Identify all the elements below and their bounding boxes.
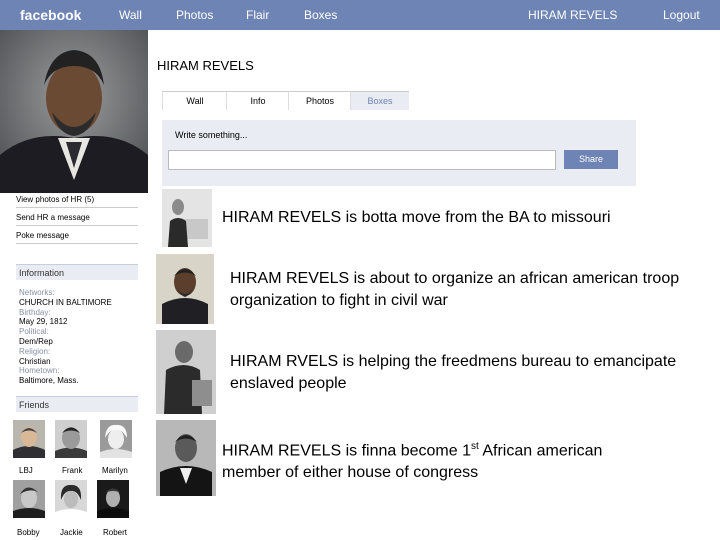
poke-link[interactable]: Poke message [16, 231, 138, 244]
religion-label: Religion: [19, 346, 51, 356]
view-photos-link[interactable]: View photos of HR (5) [16, 195, 138, 208]
post-3-photo[interactable] [156, 330, 216, 414]
composer-label: Write something... [175, 130, 248, 140]
birthday-value: May 29, 1812 [19, 317, 68, 327]
political-value: Dem/Rep [19, 336, 53, 346]
wall-post-input[interactable] [168, 150, 556, 170]
post-4-text-start: HIRAM REVELS is finna become 1 [222, 442, 471, 460]
nav-flair[interactable]: Flair [246, 8, 269, 22]
friend-name-bobby[interactable]: Bobby [17, 528, 40, 537]
share-button[interactable]: Share [564, 150, 618, 169]
friend-name-marilyn[interactable]: Marilyn [102, 466, 128, 475]
friend-photo-bobby[interactable] [13, 480, 45, 518]
networks-label: Networks: [19, 288, 55, 297]
tab-info[interactable]: Info [226, 91, 289, 110]
friend-photo-lbj[interactable] [13, 420, 45, 458]
post-4-superscript: st [471, 441, 479, 452]
friend-photo-robert[interactable] [97, 480, 129, 518]
friend-name-frank[interactable]: Frank [62, 466, 82, 475]
tab-wall[interactable]: Wall [162, 91, 227, 110]
friend-name-robert[interactable]: Robert [103, 528, 127, 537]
birthday-label: Birthday: [19, 307, 51, 317]
hometown-value: Baltimore, Mass. [19, 376, 79, 386]
logout-link[interactable]: Logout [663, 8, 700, 22]
friend-photo-marilyn[interactable] [100, 420, 132, 458]
religion-value: Christian [19, 356, 51, 366]
post-1-text: HIRAM REVELS is botta move from the BA t… [222, 209, 611, 226]
nav-photos[interactable]: Photos [176, 8, 213, 22]
send-message-link[interactable]: Send HR a message [16, 213, 138, 226]
post-4-photo[interactable] [156, 420, 216, 496]
tab-photos[interactable]: Photos [288, 91, 351, 110]
tab-boxes[interactable]: Boxes [350, 91, 409, 110]
friends-header: Friends [16, 396, 138, 412]
friend-name-jackie[interactable]: Jackie [60, 528, 83, 537]
friend-photo-jackie[interactable] [55, 480, 87, 518]
hometown-label: Hometown: [19, 366, 60, 376]
facebook-logo[interactable]: facebook [20, 7, 81, 23]
top-navigation-bar: facebook Wall Photos Flair Boxes HIRAM R… [0, 0, 720, 30]
profile-name: HIRAM REVELS [157, 58, 254, 73]
nav-boxes[interactable]: Boxes [304, 8, 337, 22]
profile-photo[interactable] [0, 30, 148, 193]
post-2-photo[interactable] [156, 254, 214, 324]
information-list: Networks: CHURCH IN BALTIMORE Birthday: … [19, 288, 139, 386]
political-label: Political: [19, 327, 49, 337]
wall-composer: Write something... Share [162, 120, 636, 186]
friend-name-lbj[interactable]: LBJ [19, 466, 33, 475]
post-4-text: HIRAM REVELS is finna become 1st African… [222, 436, 622, 484]
information-header: Information [16, 264, 138, 280]
nav-wall[interactable]: Wall [119, 8, 142, 22]
post-2-text: HIRAM REVELS is about to organize an afr… [230, 270, 680, 309]
nav-user-name[interactable]: HIRAM REVELS [528, 8, 617, 22]
friend-photo-frank[interactable] [55, 420, 87, 458]
networks-value[interactable]: CHURCH IN BALTIMORE [19, 298, 139, 308]
post-3-text: HIRAM RVELS is helping the freedmens bur… [230, 353, 677, 392]
post-1-photo[interactable] [162, 189, 212, 247]
